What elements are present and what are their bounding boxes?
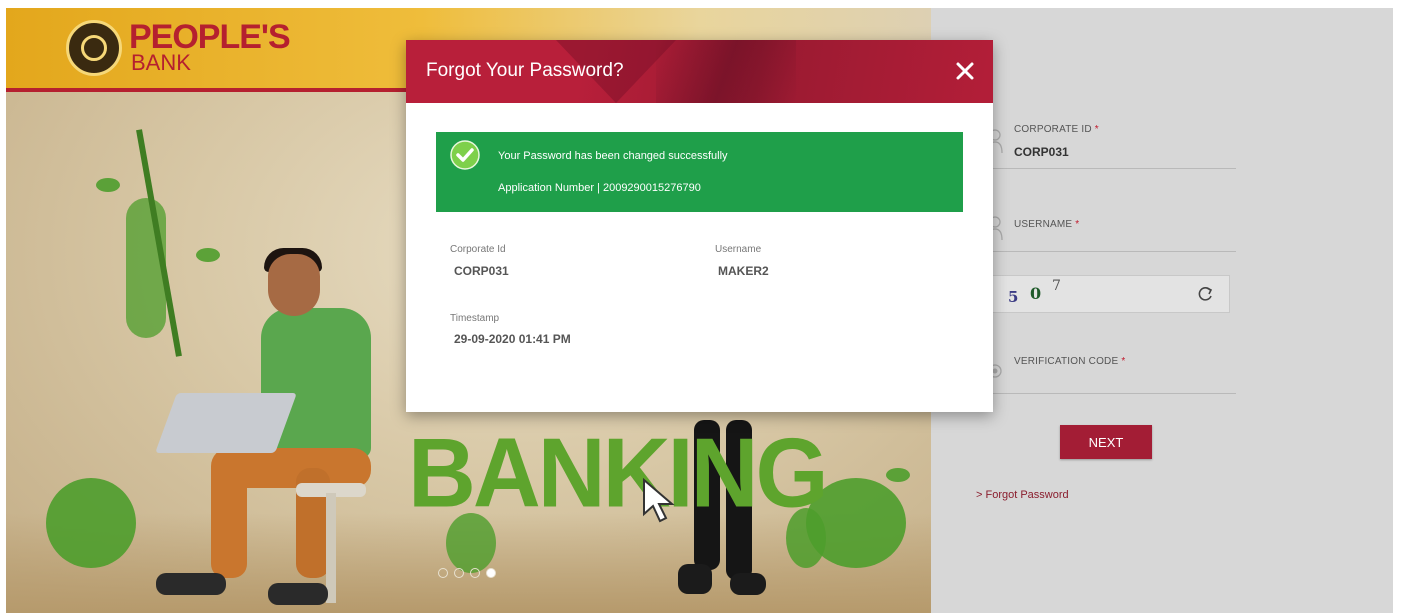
leaf-decoration <box>96 178 120 192</box>
bank-name-line2: BANK <box>131 50 191 75</box>
modal-title: Forgot Your Password? <box>426 60 624 81</box>
carousel-indicator <box>438 568 496 578</box>
corporate-id-value[interactable]: CORP031 <box>1014 145 1069 159</box>
bank-name-line1: PEOPLE'S <box>129 18 291 56</box>
man-figure-head <box>268 254 320 316</box>
carousel-dot[interactable] <box>470 568 480 578</box>
tree-decoration <box>46 478 136 568</box>
laptop <box>155 393 297 453</box>
close-icon[interactable] <box>951 57 979 85</box>
mouse-cursor-icon <box>643 478 675 523</box>
header-decoration <box>656 40 796 103</box>
man-figure-shin <box>211 458 247 578</box>
captcha-char: 7 <box>1052 278 1061 294</box>
required-marker: * <box>1094 124 1099 135</box>
captcha-image: 5 0 7 <box>991 275 1230 313</box>
detail-username-label: Username <box>715 244 762 255</box>
login-panel: CORPORATE ID * CORP031 USERNAME * 5 0 7 <box>931 8 1393 613</box>
username-label: USERNAME <box>1014 219 1073 230</box>
corporate-id-field[interactable]: CORPORATE ID * CORP031 <box>987 118 1236 169</box>
detail-corporate-id-label: Corporate Id <box>450 244 506 255</box>
shoe <box>156 573 226 595</box>
bank-logo-icon <box>66 20 122 76</box>
stool-leg <box>326 493 336 603</box>
success-alert: Your Password has been changed successfu… <box>436 132 963 212</box>
woman-figure-shoe <box>678 564 712 594</box>
verification-code-field[interactable]: VERIFICATION CODE * <box>988 338 1236 394</box>
verification-code-label: VERIFICATION CODE <box>1014 356 1119 367</box>
detail-corporate-id-value: CORP031 <box>454 264 509 278</box>
shoe <box>268 583 328 605</box>
refresh-captcha-icon[interactable] <box>1195 284 1215 304</box>
carousel-dot[interactable] <box>438 568 448 578</box>
hero-slogan: BANKING <box>408 417 829 528</box>
modal-header: Forgot Your Password? <box>406 40 993 103</box>
username-field[interactable]: USERNAME * <box>987 203 1236 252</box>
forgot-password-link[interactable]: > Forgot Password <box>976 489 1069 501</box>
success-message: Your Password has been changed successfu… <box>498 150 728 162</box>
carousel-dot[interactable] <box>454 568 464 578</box>
application-number: Application Number | 2009290015276790 <box>498 182 701 194</box>
corporate-id-label: CORPORATE ID <box>1014 124 1092 135</box>
required-marker: * <box>1121 356 1126 367</box>
check-icon <box>450 140 480 170</box>
detail-timestamp-label: Timestamp <box>450 313 500 324</box>
carousel-dot-active[interactable] <box>486 568 496 578</box>
detail-username-value: MAKER2 <box>718 264 769 278</box>
leaf-decoration <box>196 248 220 262</box>
woman-figure-shoe <box>730 573 766 595</box>
captcha-char: 0 <box>1030 284 1042 303</box>
leaf-decoration <box>886 468 910 482</box>
required-marker: * <box>1075 219 1080 230</box>
detail-timestamp-value: 29-09-2020 01:41 PM <box>454 332 571 346</box>
next-button[interactable]: NEXT <box>1060 425 1152 459</box>
captcha-char: 5 <box>1008 288 1019 306</box>
forgot-password-modal: Forgot Your Password? Your Password has … <box>406 40 993 412</box>
